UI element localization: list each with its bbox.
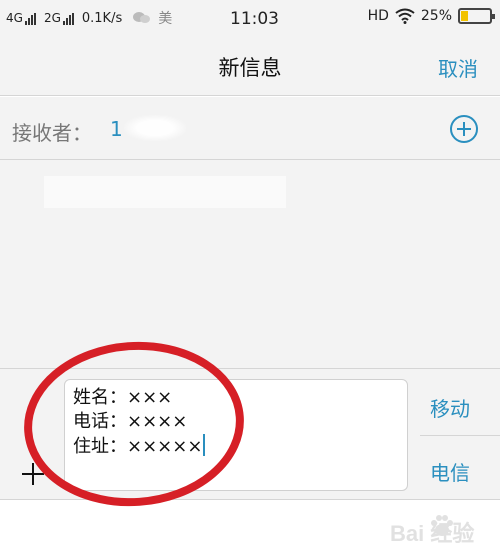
message-input[interactable]: 姓名：××× 电话：×××× 住址：××××× — [64, 379, 408, 491]
message-line-name: 姓名：××× — [73, 387, 173, 408]
message-line-phone: 电话：×××× — [73, 411, 188, 432]
add-contact-icon[interactable] — [450, 115, 478, 143]
network-speed: 0.1K/s — [81, 10, 123, 26]
compose-bar: 姓名：××× 电话：×××× 住址：××××× 移动 电信 — [0, 368, 500, 500]
network-4g: 4G — [6, 11, 42, 25]
signal-icon — [24, 13, 36, 25]
send-mobile-button[interactable]: 移动 — [430, 393, 470, 422]
battery-fill — [461, 11, 468, 21]
blank-patch — [44, 176, 286, 208]
wifi-icon — [395, 8, 415, 24]
send-telecom-button[interactable]: 电信 — [430, 457, 470, 486]
page-title: 新信息 — [218, 56, 282, 80]
recipient-input[interactable]: 1 — [110, 117, 123, 141]
send-divider — [420, 435, 500, 436]
header-bar: 新信息 取消 — [0, 36, 500, 96]
app-notification: 美 — [158, 11, 173, 27]
recipient-label: 接收者： — [12, 121, 92, 145]
redacted-number — [124, 115, 186, 141]
message-line-address: 住址：××××× — [73, 434, 399, 459]
recipient-row[interactable]: 接收者： 1 — [0, 97, 500, 160]
cancel-button[interactable]: 取消 — [438, 53, 478, 82]
wechat-icon — [133, 12, 151, 23]
status-bar: 4G 2G 0.1K/s 美 11:03 HD 25% — [0, 0, 500, 36]
clock: 11:03 — [230, 9, 279, 29]
network-2g: 2G — [44, 11, 80, 25]
paw-icon — [431, 515, 453, 536]
battery-icon — [458, 8, 495, 24]
hd-indicator: HD — [367, 8, 389, 24]
add-attachment-icon[interactable] — [22, 463, 44, 485]
signal-icon — [62, 13, 74, 25]
baidu-watermark: Bai 经验 — [390, 508, 498, 548]
battery-percent: 25% — [420, 8, 452, 24]
text-caret — [203, 434, 206, 456]
